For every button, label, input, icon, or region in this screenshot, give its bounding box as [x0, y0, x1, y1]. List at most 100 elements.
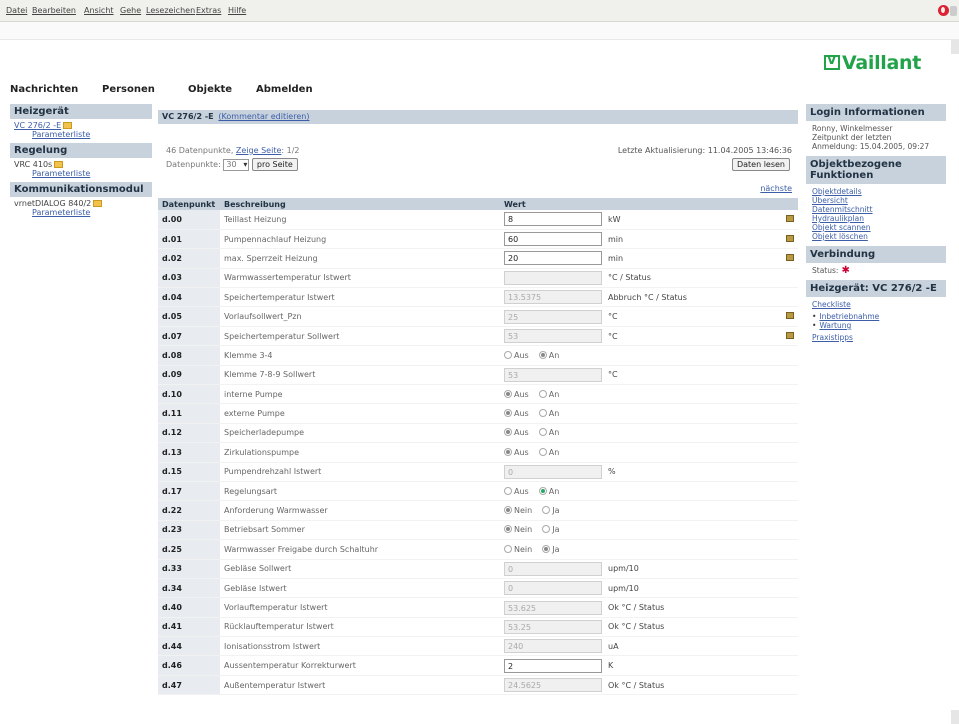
menu-datei[interactable]: Datei [6, 6, 27, 15]
radio-option[interactable] [538, 350, 547, 359]
regelung-label: VRC 410s [14, 160, 53, 169]
datapoint-description: Zirkulationspumpe [220, 442, 500, 463]
datapoint-description: Speichertemperatur Sollwert [220, 326, 500, 347]
radio-option[interactable] [542, 506, 551, 515]
value-input[interactable] [504, 270, 602, 285]
menu-gehe[interactable]: Gehe [120, 6, 141, 15]
nav-nachrichten[interactable]: Nachrichten [10, 84, 78, 95]
menu-lesezeichen[interactable]: Lesezeichen [146, 6, 195, 15]
value-input[interactable]: 25 [504, 309, 602, 324]
edit-comment-link[interactable]: (Kommentar editieren) [218, 112, 309, 121]
value-input[interactable]: 53 [504, 329, 602, 344]
edit-cell [780, 481, 798, 502]
value-input[interactable]: 53 [504, 367, 602, 382]
value-input[interactable]: 13.5375 [504, 290, 602, 305]
edit-cell [780, 287, 798, 308]
value-input[interactable]: 0 [504, 581, 602, 596]
link-uebersicht[interactable]: Übersicht [812, 196, 942, 205]
radio-option[interactable] [504, 350, 512, 359]
edit-icon[interactable] [786, 234, 794, 242]
value-input[interactable]: 60 [504, 232, 602, 247]
heizgeraet-parameterliste-link[interactable]: Parameterliste [32, 130, 90, 139]
scrollbar-up-arrow[interactable] [951, 40, 959, 54]
edit-cell [780, 306, 798, 327]
radio-option[interactable] [504, 486, 512, 495]
radio-option[interactable] [538, 486, 547, 495]
nav-objekte[interactable]: Objekte [188, 84, 232, 95]
kommunikation-sub: Parameterliste [10, 208, 152, 221]
link-wartung[interactable]: Wartung [819, 321, 851, 330]
menu-extras[interactable]: Extras [196, 6, 221, 15]
regelung-item: VRC 410s [10, 158, 152, 169]
heizgeraet-link[interactable]: VC 276/2 -E [14, 121, 61, 130]
value-input[interactable]: 0 [504, 561, 602, 576]
link-datenmitschnitt[interactable]: Datenmitschnitt [812, 205, 942, 214]
folder-icon[interactable] [93, 200, 103, 207]
value-input[interactable]: 20 [504, 251, 602, 266]
edit-icon[interactable] [786, 214, 794, 222]
section-heizgeraet-title: Heizgerät [10, 104, 152, 119]
radio-option[interactable] [504, 525, 512, 534]
toolbar-scroll-icon[interactable] [950, 6, 957, 16]
value-input[interactable]: 2 [504, 658, 602, 673]
radio-option[interactable] [504, 447, 512, 456]
radio-label: An [548, 389, 560, 399]
radio-option[interactable] [538, 447, 547, 456]
radio-option[interactable] [504, 389, 512, 398]
last-update: Letzte Aktualisierung: 11.04.2005 13:46:… [617, 146, 792, 155]
scrollbar-down-arrow[interactable] [951, 710, 959, 724]
edit-cell [780, 423, 798, 444]
edit-cell [780, 655, 798, 676]
edit-cell [780, 442, 798, 463]
edit-icon[interactable] [786, 253, 794, 261]
nav-abmelden[interactable]: Abmelden [256, 84, 313, 95]
value-input[interactable]: 240 [504, 639, 602, 654]
parameter-table: Datenpunkt Beschreibung Wert d.00 Teillas… [158, 198, 798, 696]
value-input[interactable]: 0 [504, 464, 602, 479]
kommunikation-item: vrnetDIALOG 840/2 [10, 197, 152, 208]
link-hydraulikplan[interactable]: Hydraulikplan [812, 214, 942, 223]
next-page-link[interactable]: nächste [760, 184, 792, 193]
value-input[interactable]: 24.5625 [504, 678, 602, 693]
page-label-link[interactable]: Zeige Seite [236, 146, 281, 155]
radio-option[interactable] [542, 525, 551, 534]
radio-option[interactable] [538, 428, 547, 437]
link-objekt-scannen[interactable]: Objekt scannen [812, 223, 942, 232]
value-input[interactable]: 53.625 [504, 600, 602, 615]
browser-logo-icon[interactable] [938, 5, 949, 16]
value-unit: °C [608, 331, 618, 341]
datapoint-id: d.40 [158, 597, 220, 618]
table-row: d.22 Anforderung Warmwasser Nein Ja [158, 500, 798, 521]
menu-bearbeiten[interactable]: Bearbeiten [32, 6, 76, 15]
device-header: VC 276/2 -E (Kommentar editieren) [158, 110, 798, 124]
kommunikation-parameterliste-link[interactable]: Parameterliste [32, 208, 90, 217]
read-data-button[interactable]: Daten lesen [731, 158, 790, 171]
value-input[interactable]: 8 [504, 212, 602, 227]
link-objekt-loeschen[interactable]: Objekt löschen [812, 232, 942, 241]
per-page-button[interactable]: pro Seite [251, 158, 298, 171]
link-objektdetails[interactable]: Objektdetails [812, 187, 942, 196]
radio-option[interactable] [504, 428, 512, 437]
value-input[interactable]: 53.25 [504, 619, 602, 634]
regelung-parameterliste-link[interactable]: Parameterliste [32, 169, 90, 178]
value-unit: K [608, 661, 614, 671]
menu-hilfe[interactable]: Hilfe [228, 6, 246, 15]
radio-option[interactable] [504, 409, 512, 418]
link-checkliste[interactable]: Checkliste [812, 300, 942, 309]
radio-option[interactable] [504, 506, 512, 515]
folder-icon[interactable] [54, 161, 64, 168]
connection-title: Verbindung [806, 246, 946, 263]
menu-ansicht[interactable]: Ansicht [84, 6, 114, 15]
nav-personen[interactable]: Personen [102, 84, 155, 95]
per-page-select[interactable]: 30 [223, 158, 250, 171]
radio-option[interactable] [504, 544, 512, 553]
radio-option[interactable] [538, 389, 547, 398]
radio-option[interactable] [542, 544, 551, 553]
folder-icon[interactable] [63, 122, 73, 129]
radio-option[interactable] [538, 409, 547, 418]
kommunikation-label: vrnetDIALOG 840/2 [14, 199, 92, 208]
edit-icon[interactable] [786, 312, 794, 320]
link-inbetriebnahme[interactable]: Inbetriebnahme [819, 312, 879, 321]
edit-icon[interactable] [786, 331, 794, 339]
link-praxistipps[interactable]: Praxistipps [812, 333, 942, 342]
